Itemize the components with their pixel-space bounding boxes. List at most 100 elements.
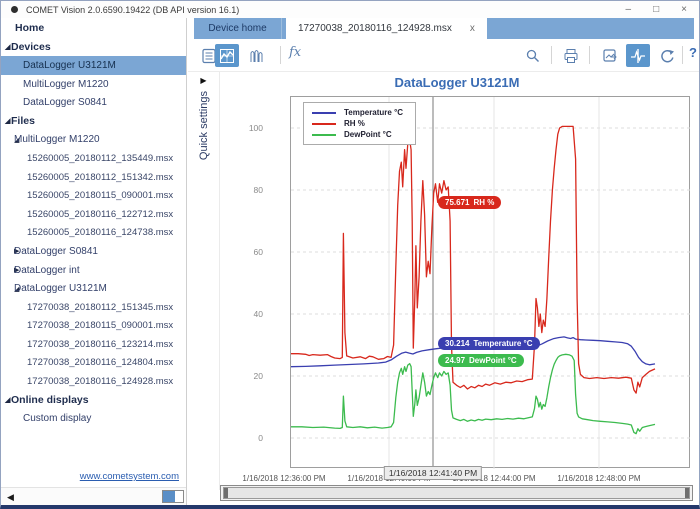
graph-view-button[interactable] — [215, 44, 239, 67]
zoom-button[interactable] — [521, 44, 545, 67]
sidebar-item-label: 15260005_20180116_122712.msx — [27, 209, 173, 220]
sidebar-item-label: DataLogger S0841 — [14, 246, 98, 257]
sidebar-item[interactable]: ▶DataLogger int — [1, 261, 186, 280]
export-image-icon — [602, 48, 618, 64]
toolbar-separator — [682, 46, 683, 64]
tab-file-active[interactable]: 17270038_20180116_124928.msx x — [286, 18, 487, 39]
sidebar-item-label: DataLogger U3121M — [14, 283, 107, 294]
sidebar-item[interactable]: DataLogger S0841 — [1, 93, 186, 112]
range-left-handle[interactable] — [224, 488, 228, 498]
tab-strip-background: Device home 17270038_20180116_124928.msx… — [194, 18, 694, 39]
quick-settings-panel: ▶ Quick settings — [188, 72, 219, 488]
quick-settings-label[interactable]: Quick settings — [198, 91, 210, 160]
y-tick-label: 40 — [227, 309, 263, 319]
sidebar-item[interactable]: Custom display — [1, 409, 186, 428]
tree-expanded-icon[interactable]: ◢ — [1, 396, 11, 404]
sidebar-item-label: 15260005_20180116_124738.msx — [27, 227, 173, 238]
legend-item: DewPoint °C — [312, 129, 403, 140]
series-value-chip: 75.671 RH % — [438, 196, 501, 209]
cursor-values-button[interactable] — [626, 44, 650, 67]
tree-expanded-icon[interactable]: ◢ — [1, 136, 14, 144]
y-tick-label: 100 — [227, 123, 263, 133]
cometsystem-link[interactable]: www.cometsystem.com — [80, 471, 179, 482]
sidebar-item-label: MultiLogger M1220 — [14, 134, 100, 145]
toolbar: fx — [188, 39, 699, 72]
sidebar-item-label: DataLogger int — [14, 265, 80, 276]
sidebar-item-label: DataLogger U3121M — [23, 60, 116, 71]
tree-collapsed-icon[interactable]: ▶ — [1, 247, 14, 255]
range-right-handle[interactable] — [685, 488, 689, 498]
footer-link-row: www.cometsystem.com — [1, 471, 186, 487]
toolbar-separator — [589, 46, 590, 64]
sidebar-item[interactable]: 17270038_20180112_151345.msx — [1, 298, 186, 317]
tree-collapsed-icon[interactable]: ▶ — [1, 266, 14, 274]
legend-item: RH % — [312, 118, 403, 129]
chart-title: DataLogger U3121M — [220, 75, 694, 90]
y-tick-label: 0 — [227, 433, 263, 443]
sidebar-item-label: 15260005_20180115_090001.msx — [27, 190, 173, 201]
tab-label: 17270038_20180116_124928.msx — [298, 23, 452, 34]
sidebar-item-label: Devices — [11, 41, 51, 53]
chart-range-thumb[interactable] — [223, 487, 690, 499]
tree-expanded-icon[interactable]: ◢ — [1, 117, 11, 125]
formula-button[interactable]: fx — [289, 45, 301, 60]
scroll-left-icon[interactable]: ◀ — [7, 492, 14, 503]
x-tick-label: 1/16/2018 12:48:00 PM — [557, 474, 640, 483]
sidebar-item[interactable]: ◢MultiLogger M1220 — [1, 131, 186, 150]
series-value-chip: 30.214 Temperature °C — [438, 337, 540, 350]
sidebar-item[interactable]: MultiLogger M1220 — [1, 75, 186, 94]
sidebar-item[interactable]: ◢Devices — [1, 38, 186, 57]
sidebar-item[interactable]: Home — [1, 19, 186, 38]
sidebar-item[interactable]: 17270038_20180116_124928.msx — [1, 372, 186, 391]
sidebar-hscrollbar[interactable]: ◀ — [1, 487, 186, 505]
tree-expanded-icon[interactable]: ◢ — [1, 43, 11, 51]
sidebar-item[interactable]: ▶DataLogger S0841 — [1, 242, 186, 261]
sidebar-item[interactable]: 17270038_20180116_124804.msx — [1, 354, 186, 373]
sidebar-tree: Home◢DevicesDataLogger U3121MMultiLogger… — [1, 18, 186, 469]
sidebar-item[interactable]: ◢Files — [1, 112, 186, 131]
statistics-icon — [248, 48, 264, 64]
chart-svg — [291, 97, 691, 469]
sidebar: Home◢DevicesDataLogger U3121MMultiLogger… — [1, 18, 187, 505]
minimize-button[interactable]: – — [626, 5, 632, 15]
tab-close-icon[interactable]: x — [470, 23, 475, 34]
sidebar-item-label: Online displays — [11, 394, 89, 406]
sidebar-item[interactable]: 15260005_20180115_090001.msx — [1, 186, 186, 205]
toolbar-separator — [551, 46, 552, 64]
quick-settings-expander-icon[interactable]: ▶ — [188, 76, 219, 85]
sidebar-item[interactable]: 15260005_20180116_124738.msx — [1, 224, 186, 243]
reset-zoom-button[interactable] — [655, 44, 679, 67]
chart-range-scrollbar[interactable] — [220, 485, 693, 501]
sidebar-item-label: DataLogger S0841 — [23, 97, 107, 108]
sidebar-item-label: 17270038_20180112_151345.msx — [27, 302, 173, 313]
sidebar-item-label: 17270038_20180116_124928.msx — [27, 376, 173, 387]
tab-device-home[interactable]: Device home — [194, 18, 282, 39]
maximize-button[interactable]: □ — [653, 5, 659, 15]
toolbar-separator — [280, 46, 281, 64]
y-tick-label: 20 — [227, 371, 263, 381]
sidebar-item-label: 17270038_20180116_124804.msx — [27, 357, 173, 368]
y-tick-label: 60 — [227, 247, 263, 257]
sidebar-item[interactable]: 15260005_20180112_151342.msx — [1, 168, 186, 187]
sidebar-item[interactable]: 15260005_20180116_122712.msx — [1, 205, 186, 224]
sidebar-item-label: 15260005_20180112_135449.msx — [27, 153, 173, 164]
sidebar-item[interactable]: ◢Online displays — [1, 391, 186, 410]
x-tick-label: 1/16/2018 12:36:00 PM — [242, 474, 325, 483]
export-image-button[interactable] — [598, 44, 622, 67]
titlebar: COMET Vision 2.0.6590.19422 (DB API vers… — [1, 1, 699, 18]
sidebar-item-label: 17270038_20180115_090001.msx — [27, 320, 173, 331]
close-button[interactable]: × — [681, 5, 687, 15]
statistics-view-button[interactable] — [244, 44, 268, 67]
plot-area[interactable]: Temperature °CRH %DewPoint °C 0204060801… — [290, 96, 690, 468]
sidebar-item[interactable]: 15260005_20180112_135449.msx — [1, 149, 186, 168]
sidebar-item-label: 17270038_20180116_123214.msx — [27, 339, 173, 350]
help-button[interactable]: ? — [689, 45, 697, 60]
sidebar-item[interactable]: DataLogger U3121M — [1, 56, 186, 75]
sidebar-item[interactable]: ◢DataLogger U3121M — [1, 279, 186, 298]
sidebar-item[interactable]: 17270038_20180115_090001.msx — [1, 317, 186, 336]
sidebar-item[interactable]: 17270038_20180116_123214.msx — [1, 335, 186, 354]
sidebar-scroll-thumb[interactable] — [162, 490, 184, 503]
print-button[interactable] — [559, 44, 583, 67]
legend-swatch — [312, 134, 336, 136]
tree-expanded-icon[interactable]: ◢ — [1, 285, 14, 293]
